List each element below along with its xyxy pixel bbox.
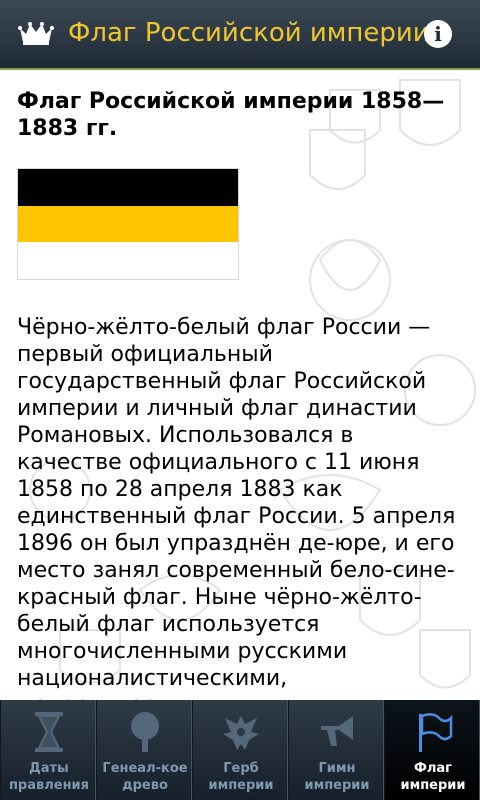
tab-coat-of-arms[interactable]: Герб империи bbox=[192, 700, 288, 800]
article-title: Флаг Российской империи 1858—1883 гг. bbox=[17, 89, 445, 141]
tab-anthem[interactable]: Гимн империи bbox=[288, 700, 384, 800]
horn-icon bbox=[321, 716, 353, 746]
imperial-flag-image bbox=[17, 168, 239, 280]
tab-family-tree-label: Генеал-кое древо bbox=[102, 761, 188, 793]
flag-stripe-black bbox=[18, 169, 238, 206]
tab-dates[interactable]: Даты правления bbox=[0, 700, 96, 800]
title-bar: Флаг Российской империи i bbox=[0, 0, 480, 70]
article-body: Чёрно-жёлто-белый флаг России — первый о… bbox=[17, 315, 456, 700]
app-title: Флаг Российской империи bbox=[68, 18, 430, 48]
tab-flag[interactable]: Флаг империи bbox=[384, 700, 480, 800]
tab-coat-of-arms-label: Герб империи bbox=[208, 761, 274, 793]
crown-icon bbox=[18, 22, 54, 45]
eagle-icon bbox=[223, 716, 259, 750]
screen: Флаг Российской империи i Флаг Российско… bbox=[0, 0, 480, 800]
flag-stripe-yellow bbox=[18, 205, 238, 243]
tab-dates-label: Даты правления bbox=[8, 761, 90, 793]
tree-icon bbox=[131, 712, 159, 752]
article-scroll-area[interactable]: Флаг Российской империи 1858—1883 гг. Чё… bbox=[0, 70, 480, 700]
flag-icon bbox=[419, 713, 453, 752]
hourglass-icon bbox=[35, 712, 63, 752]
flag-stripe-white bbox=[18, 242, 238, 279]
article: Флаг Российской империи 1858—1883 гг. Чё… bbox=[17, 88, 457, 700]
info-button[interactable]: i bbox=[424, 20, 452, 48]
bottom-tab-bar: Даты правления Генеал-кое древо Герб имп… bbox=[0, 700, 480, 800]
tab-flag-label: Флаг империи bbox=[400, 761, 466, 793]
tab-family-tree[interactable]: Генеал-кое древо bbox=[96, 700, 192, 800]
tab-anthem-label: Гимн империи bbox=[304, 761, 370, 793]
